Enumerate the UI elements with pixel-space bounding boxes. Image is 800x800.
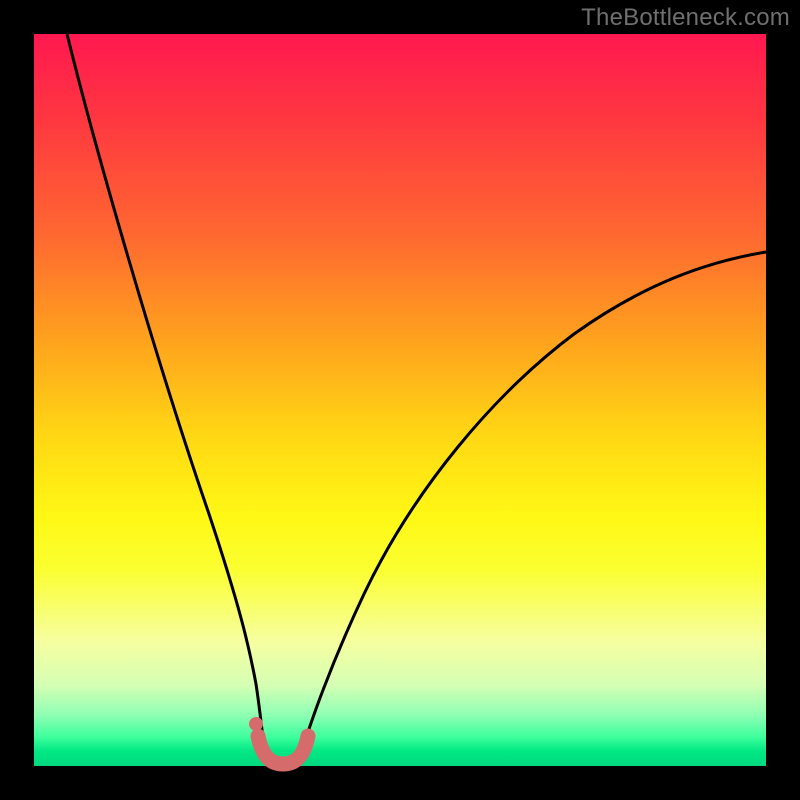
watermark-text: TheBottleneck.com (581, 4, 790, 32)
bottleneck-curve (34, 34, 766, 766)
chart-frame: TheBottleneck.com (0, 0, 800, 800)
optimal-range-marker (258, 736, 308, 764)
plot-area (34, 34, 766, 766)
curve-left-branch (67, 34, 265, 754)
curve-right-branch (301, 252, 766, 754)
optimal-point-dot (249, 717, 263, 731)
